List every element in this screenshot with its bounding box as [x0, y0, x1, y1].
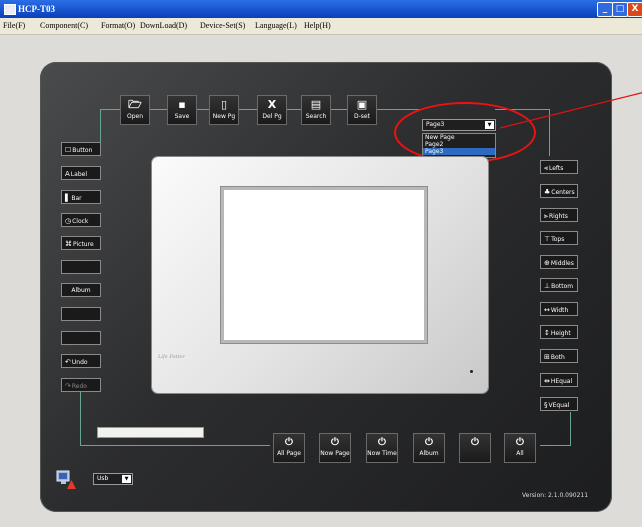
connector-line [540, 445, 570, 446]
maximize-button[interactable]: □ [612, 2, 628, 17]
connector-line [100, 109, 101, 146]
download-current-page-icon: ⏻ [331, 437, 339, 448]
new-page-button[interactable]: ▯ New Pg [209, 95, 239, 125]
download-current-page-button[interactable]: ⏻ Now Page [319, 433, 351, 463]
menu-format[interactable]: Format(O) [101, 21, 135, 30]
window-title: HCP-T03 [18, 4, 55, 14]
download-icon: ⏻ [471, 437, 479, 448]
same-size-icon: ⊞ [544, 353, 550, 361]
bar-component-button[interactable]: ▌Bar [61, 190, 101, 204]
chevron-down-icon[interactable]: ▼ [122, 475, 131, 483]
minimize-button[interactable]: _ [597, 2, 613, 17]
download-album-button[interactable]: ⏻ Album [413, 433, 445, 463]
picture-component-icon: ⌘ [65, 240, 72, 248]
menu-help[interactable]: Help(H) [304, 21, 331, 30]
callout-arrow [500, 92, 642, 129]
same-height-button[interactable]: ↕Height [540, 325, 578, 339]
menu-component[interactable]: Component(C) [40, 21, 88, 30]
blank-component-button[interactable] [61, 307, 101, 321]
clock-component-icon: ◷ [65, 217, 72, 225]
device-led [470, 370, 473, 373]
title-bar: HCP-T03 _ □ X [0, 0, 642, 18]
vertical-equal-button[interactable]: §VEqual [540, 397, 578, 411]
delete-icon: X [267, 98, 277, 111]
download-progress-slot [97, 427, 204, 438]
download-time-button[interactable]: ⏻ Now Time [366, 433, 398, 463]
vertical-equal-icon: § [544, 401, 548, 409]
menu-device-set[interactable]: Device-Set(S) [200, 21, 245, 30]
new-page-icon: ▯ [220, 98, 228, 111]
align-bottom-icon: ⊥ [544, 282, 551, 290]
download-time-icon: ⏻ [378, 437, 386, 448]
align-center-icon: ♣ [544, 188, 551, 196]
align-top-icon: ⊤ [544, 235, 551, 243]
align-right-icon: ⫸ [544, 212, 548, 220]
open-button[interactable]: 🗁 Open [120, 95, 150, 125]
align-left-icon: ⫷ [544, 164, 548, 172]
download-everything-icon: ⏻ [516, 437, 524, 448]
save-icon: ▪ [178, 98, 186, 111]
undo-button[interactable]: ↶Undo [61, 354, 101, 368]
undo-icon: ↶ [65, 358, 71, 366]
connector-line [570, 412, 571, 446]
align-bottom-button[interactable]: ⊥Bottom [540, 278, 578, 292]
redo-button[interactable]: ↷Redo [61, 378, 101, 392]
align-middles-button[interactable]: ⊕Middles [540, 255, 578, 269]
port-select[interactable]: Usb ▼ [93, 473, 133, 485]
device-set-button[interactable]: ▣ D-set [347, 95, 377, 125]
align-centers-button[interactable]: ♣Centers [540, 184, 578, 198]
horizontal-equal-icon: ⇹ [544, 377, 550, 385]
bar-component-icon: ▌ [65, 194, 71, 202]
label-component-button[interactable]: ALabel [61, 166, 101, 180]
version-label: Version: 2.1.0.090211 [522, 492, 589, 499]
download-album-icon: ⏻ [425, 437, 433, 448]
label-component-icon: A [65, 170, 70, 178]
connector-line [80, 390, 81, 445]
align-middle-icon: ⊕ [544, 259, 550, 267]
button-component-icon: ☐ [65, 146, 72, 154]
delete-page-button[interactable]: X Del Pg [257, 95, 287, 125]
usb-connection-icon [56, 470, 76, 489]
same-width-icon: ↔ [544, 306, 550, 314]
menu-download[interactable]: DownLoad(D) [140, 21, 187, 30]
download-all-pages-button[interactable]: ⏻ All Page [273, 433, 305, 463]
button-component-button[interactable]: ☐Button [61, 142, 101, 156]
align-tops-button[interactable]: ⊤Tops [540, 231, 578, 245]
same-size-button[interactable]: ⊞Both [540, 349, 578, 363]
download-button[interactable]: ⏻ [459, 433, 491, 463]
picture-component-button[interactable]: ⌘Picture [61, 236, 101, 250]
align-rights-button[interactable]: ⫸Rights [540, 208, 578, 222]
folder-open-icon: 🗁 [128, 98, 142, 111]
device-set-icon: ▣ [356, 98, 368, 111]
blank-component-button[interactable] [61, 331, 101, 345]
horizontal-equal-button[interactable]: ⇹HEqual [540, 373, 578, 387]
download-all-pages-icon: ⏻ [285, 437, 293, 448]
design-canvas[interactable] [221, 187, 427, 343]
redo-icon: ↷ [65, 382, 71, 390]
menu-file[interactable]: File(F) [3, 21, 25, 30]
album-component-button[interactable]: Album [61, 283, 101, 297]
same-width-button[interactable]: ↔Width [540, 302, 578, 316]
same-height-icon: ↕ [544, 329, 550, 337]
search-button[interactable]: ▤ Search [301, 95, 331, 125]
connector-line [80, 445, 270, 446]
menu-language[interactable]: Language(L) [255, 21, 297, 30]
search-icon: ▤ [310, 98, 322, 111]
app-icon [4, 4, 16, 15]
align-lefts-button[interactable]: ⫷Lefts [540, 160, 578, 174]
blank-component-button[interactable] [61, 260, 101, 274]
close-button[interactable]: X [627, 2, 642, 17]
clock-component-button[interactable]: ◷Clock [61, 213, 101, 227]
download-everything-button[interactable]: ⏻ All [504, 433, 536, 463]
device-brand: Life Potter [158, 354, 185, 360]
save-button[interactable]: ▪ Save [167, 95, 197, 125]
menu-bar: File(F) Component(C) Format(O) DownLoad(… [0, 18, 642, 35]
